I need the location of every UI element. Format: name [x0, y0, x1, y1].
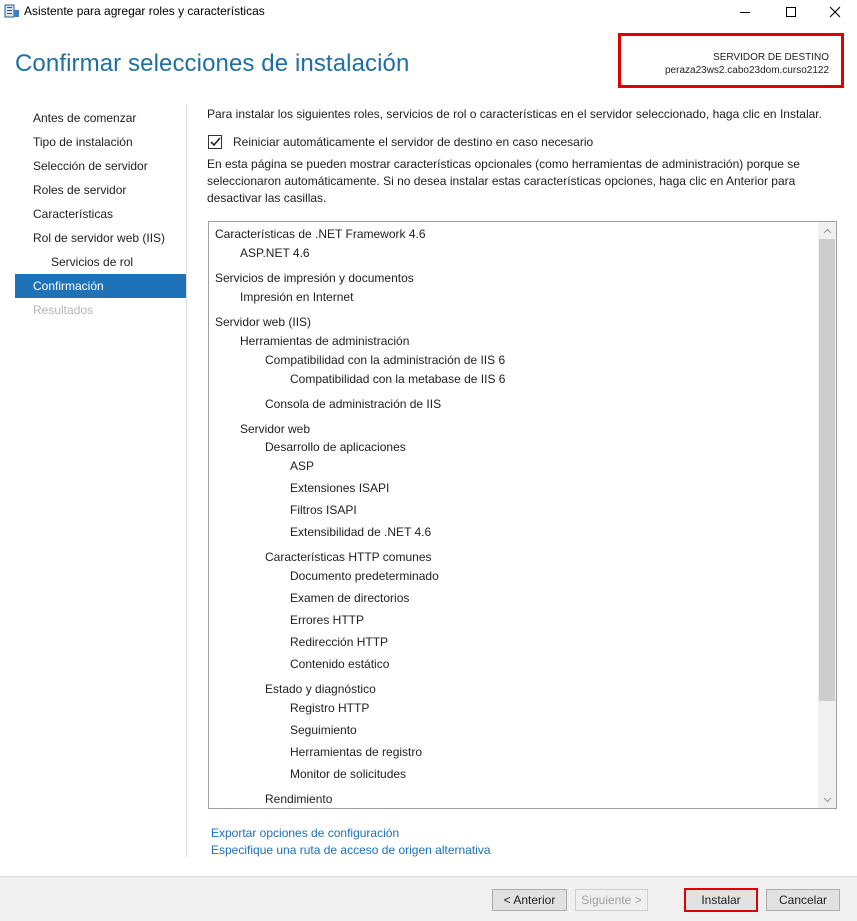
scroll-up-button[interactable]: [818, 222, 836, 239]
selection-item: Servidor web (IIS): [215, 315, 312, 329]
cancel-button[interactable]: Cancelar: [766, 889, 840, 911]
restart-checkbox[interactable]: [208, 135, 222, 149]
vertical-scrollbar[interactable]: [818, 222, 836, 808]
selection-item: Filtros ISAPI: [290, 503, 357, 517]
optional-features-note: En esta página se pueden mostrar caracte…: [207, 157, 800, 205]
selection-item: Errores HTTP: [290, 613, 365, 627]
server-manager-icon: [4, 4, 20, 18]
selection-item: Características HTTP comunes: [265, 550, 432, 564]
selection-item: Servicios de impresión y documentos: [215, 271, 414, 285]
selection-item: Impresión en Internet: [240, 290, 354, 304]
title-bar: Asistente para agregar roles y caracterí…: [0, 0, 857, 24]
previous-button[interactable]: < Anterior: [492, 889, 567, 911]
next-button: Siguiente >: [575, 889, 648, 911]
selection-item: Herramientas de registro: [290, 745, 423, 759]
selection-item: Contenido estático: [290, 657, 390, 671]
sidebar-divider: [186, 104, 187, 857]
maximize-icon: [786, 7, 796, 17]
chevron-down-icon: [823, 797, 831, 802]
minimize-button[interactable]: [722, 0, 768, 24]
destination-label: SERVIDOR DE DESTINO: [713, 52, 829, 63]
selection-item: Estado y diagnóstico: [265, 682, 376, 696]
destination-server-name: peraza23ws2.cabo23dom.curso2122: [665, 65, 829, 76]
selection-item: Desarrollo de aplicaciones: [265, 440, 406, 454]
selection-item: Consola de administración de IIS: [265, 397, 442, 411]
sidebar-item-seleccion-de-servidor[interactable]: Selección de servidor: [15, 154, 186, 178]
sidebar-item-tipo-de-instalacion[interactable]: Tipo de instalación: [15, 130, 186, 154]
sidebar-item-confirmacion[interactable]: Confirmación: [15, 274, 186, 298]
page-title: Confirmar selecciones de instalación: [15, 50, 410, 77]
close-button[interactable]: [812, 0, 857, 24]
export-config-link[interactable]: Exportar opciones de configuración: [211, 826, 399, 840]
window-title: Asistente para agregar roles y caracterí…: [24, 4, 265, 18]
sidebar-item-roles-de-servidor[interactable]: Roles de servidor: [15, 178, 186, 202]
selection-item: Examen de directorios: [290, 591, 410, 605]
scroll-down-button[interactable]: [818, 791, 836, 808]
restart-checkbox-label: Reiniciar automáticamente el servidor de…: [233, 135, 594, 149]
selection-item: Extensibilidad de .NET 4.6: [290, 525, 432, 539]
checkmark-icon: [209, 137, 221, 147]
selection-item: Rendimiento: [265, 792, 333, 806]
selection-item: Documento predeterminado: [290, 569, 439, 583]
selection-item: Compatibilidad con la administración de …: [265, 353, 506, 367]
selection-item: ASP: [290, 459, 315, 473]
selection-item: Redirección HTTP: [290, 635, 389, 649]
selection-item: Monitor de solicitudes: [290, 767, 407, 781]
alternate-source-path-link[interactable]: Especifique una ruta de acceso de origen…: [211, 843, 491, 857]
chevron-up-icon: [823, 228, 831, 233]
sidebar-item-antes-de-comenzar[interactable]: Antes de comenzar: [15, 106, 186, 130]
close-icon: [829, 6, 841, 18]
scrollbar-thumb[interactable]: [819, 239, 835, 701]
selection-item: Características de .NET Framework 4.6: [215, 227, 426, 241]
selection-item: Extensiones ISAPI: [290, 481, 390, 495]
sidebar-item-rol-servidor-web[interactable]: Rol de servidor web (IIS): [15, 226, 186, 250]
maximize-button[interactable]: [768, 0, 814, 24]
selection-item: Registro HTTP: [290, 701, 370, 715]
selections-list[interactable]: Características de .NET Framework 4.6 ASP…: [208, 221, 837, 809]
sidebar-item-servicios-de-rol[interactable]: Servicios de rol: [15, 250, 186, 274]
wizard-steps-sidebar: Antes de comenzar Tipo de instalación Se…: [15, 106, 186, 322]
restart-option[interactable]: Reiniciar automáticamente el servidor de…: [208, 135, 593, 149]
selection-item: Servidor web: [240, 422, 311, 436]
selection-item: ASP.NET 4.6: [240, 246, 310, 260]
minimize-icon: [740, 11, 750, 13]
destination-server-box: SERVIDOR DE DESTINO peraza23ws2.cabo23do…: [618, 33, 844, 88]
selection-item: Herramientas de administración: [240, 334, 410, 348]
sidebar-item-caracteristicas[interactable]: Características: [15, 202, 186, 226]
install-button[interactable]: Instalar: [684, 888, 758, 912]
selection-item: Seguimiento: [290, 723, 357, 737]
wizard-footer: < Anterior Siguiente > Instalar Cancelar: [0, 876, 857, 921]
intro-text: Para instalar los siguientes roles, serv…: [207, 107, 822, 121]
sidebar-item-resultados: Resultados: [33, 303, 94, 317]
selection-item: Compatibilidad con la metabase de IIS 6: [290, 372, 506, 386]
